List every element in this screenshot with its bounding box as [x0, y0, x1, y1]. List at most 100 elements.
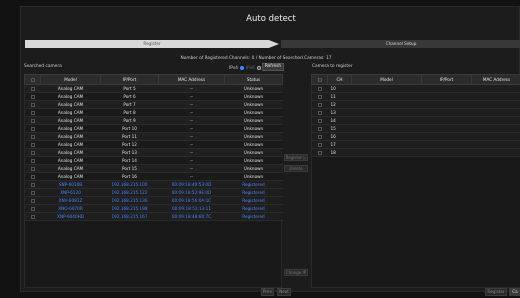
checkbox[interactable]	[317, 135, 322, 139]
table-row[interactable]: Analog CAM Port 15 -- Unknown	[24, 164, 283, 173]
table-row[interactable]: Analog CAM Port 16 -- Unknown	[24, 172, 283, 181]
step-register[interactable]: Register	[25, 40, 279, 48]
checkbox[interactable]	[317, 87, 322, 91]
checkbox[interactable]	[30, 215, 35, 219]
cell-status: Registered	[224, 204, 283, 213]
row-checkbox[interactable]	[24, 172, 41, 181]
step-channel-setup[interactable]: Channel Setup	[281, 40, 520, 48]
table-row[interactable]: XNP-6120 192.168.215.122 00:09:18:52:9E:0D…	[24, 188, 283, 197]
checkbox[interactable]	[30, 191, 35, 195]
table-row[interactable]: 15	[311, 124, 520, 133]
checkbox[interactable]	[30, 143, 35, 147]
ipv6-radio[interactable]	[256, 65, 261, 70]
table-row[interactable]: XNO-6070R 192.168.215.198 00:09:18:51:13:1…	[24, 204, 283, 213]
table-row[interactable]: XNP-6040HD 192.168.215.167 00:09:18:48:60:…	[24, 212, 283, 221]
checkbox[interactable]	[30, 207, 35, 211]
table-row[interactable]: Analog CAM Port 13 -- Unknown	[24, 148, 283, 157]
table-row[interactable]: Analog CAM Port 8 -- Unknown	[24, 108, 283, 117]
row-checkbox[interactable]	[24, 164, 41, 173]
checkbox[interactable]	[317, 95, 322, 99]
row-checkbox[interactable]	[24, 148, 41, 157]
select-all-checkbox[interactable]	[24, 74, 41, 85]
table-row[interactable]: Analog CAM Port 14 -- Unknown	[24, 156, 283, 165]
table-row[interactable]: Analog CAM Port 7 -- Unknown	[24, 100, 283, 109]
auto-detect-window: Auto detect Register Channel Setup Numbe…	[20, 6, 520, 296]
checkbox[interactable]	[317, 127, 322, 131]
checkbox[interactable]	[317, 151, 322, 155]
row-checkbox[interactable]	[24, 140, 41, 149]
col-ip-port[interactable]: IP/Port	[421, 74, 472, 85]
checkbox[interactable]	[317, 111, 322, 115]
checkbox[interactable]	[317, 103, 322, 107]
table-row[interactable]: Analog CAM Port 12 -- Unknown	[24, 140, 283, 149]
table-row[interactable]: 10	[311, 84, 520, 93]
row-checkbox[interactable]	[24, 124, 41, 133]
table-row[interactable]: 11	[311, 92, 520, 101]
col-mac-address[interactable]: MAC Address	[471, 74, 520, 85]
cancel-button[interactable]: Ca	[509, 288, 520, 296]
ipv4-radio[interactable]	[239, 65, 244, 70]
table-row[interactable]: Analog CAM Port 11 -- Unknown	[24, 132, 283, 141]
row-checkbox[interactable]	[24, 156, 41, 165]
col-model[interactable]: Model	[351, 74, 422, 85]
col-model[interactable]: Model	[40, 74, 101, 85]
table-row[interactable]: 17	[311, 140, 520, 149]
checkbox[interactable]	[30, 103, 35, 107]
row-checkbox[interactable]	[24, 100, 41, 109]
checkbox[interactable]	[30, 87, 35, 91]
row-checkbox[interactable]	[24, 116, 41, 125]
checkbox[interactable]	[317, 119, 322, 123]
table-row[interactable]: Analog CAM Port 5 -- Unknown	[24, 84, 283, 93]
table-row[interactable]: XNV-6081Z 192.168.215.136 00:09:18:56:0A:1…	[24, 196, 283, 205]
checkbox[interactable]	[30, 159, 35, 163]
table-row[interactable]: 13	[311, 108, 520, 117]
cell-mac-address: 00:09:18:56:0A:1C	[158, 196, 225, 205]
cell-ip-port	[421, 92, 472, 101]
table-row[interactable]: 14	[311, 116, 520, 125]
cell-ip-port: Port 13	[100, 148, 159, 157]
register-button[interactable]: Register	[485, 288, 507, 296]
row-checkbox[interactable]	[24, 132, 41, 141]
row-checkbox[interactable]	[24, 212, 41, 221]
refresh-button[interactable]: Refresh	[262, 63, 284, 71]
row-checkbox[interactable]	[24, 188, 41, 197]
cell-status: Unknown	[224, 84, 283, 93]
checkbox[interactable]	[30, 175, 35, 179]
checkbox[interactable]	[30, 151, 35, 155]
row-checkbox[interactable]	[24, 196, 41, 205]
checkbox[interactable]	[30, 199, 35, 203]
table-row[interactable]: 18	[311, 148, 520, 157]
register-arrow-button[interactable]: Register ▷	[284, 154, 308, 161]
col-mac-address[interactable]: MAC Address	[158, 74, 225, 85]
checkbox[interactable]	[30, 135, 35, 139]
checkbox[interactable]	[317, 143, 322, 147]
delete-button[interactable]: Delete	[284, 165, 308, 172]
col-status[interactable]: Status	[224, 74, 283, 85]
checkbox[interactable]	[30, 119, 35, 123]
row-checkbox[interactable]	[24, 204, 41, 213]
checkbox[interactable]	[30, 183, 35, 187]
col-ch[interactable]: CH	[327, 74, 352, 85]
next-button[interactable]: Next	[277, 288, 291, 296]
row-checkbox[interactable]	[24, 84, 41, 93]
table-row[interactable]: Analog CAM Port 10 -- Unknown	[24, 124, 283, 133]
table-row[interactable]: Analog CAM Port 9 -- Unknown	[24, 116, 283, 125]
cell-mac-address: --	[158, 108, 225, 117]
select-all-checkbox[interactable]	[311, 74, 328, 85]
row-checkbox[interactable]	[24, 180, 41, 189]
checkbox[interactable]	[30, 167, 35, 171]
change-ip-button[interactable]: Change IP	[284, 269, 308, 276]
table-row[interactable]: 12	[311, 100, 520, 109]
checkbox[interactable]	[30, 111, 35, 115]
checkbox[interactable]	[30, 95, 35, 99]
row-checkbox[interactable]	[24, 92, 41, 101]
table-row[interactable]: Analog CAM Port 6 -- Unknown	[24, 92, 283, 101]
row-checkbox[interactable]	[24, 108, 41, 117]
cell-status: Unknown	[224, 108, 283, 117]
table-row[interactable]: 16	[311, 132, 520, 141]
table-row[interactable]: SNP-6010B 192.168.215.100 00:09:18:40:53:0…	[24, 180, 283, 189]
checkbox[interactable]	[30, 127, 35, 131]
col-ip-port[interactable]: IP/Port	[100, 74, 159, 85]
cell-mac-address	[471, 108, 520, 117]
prev-button[interactable]: Prev	[261, 288, 274, 296]
